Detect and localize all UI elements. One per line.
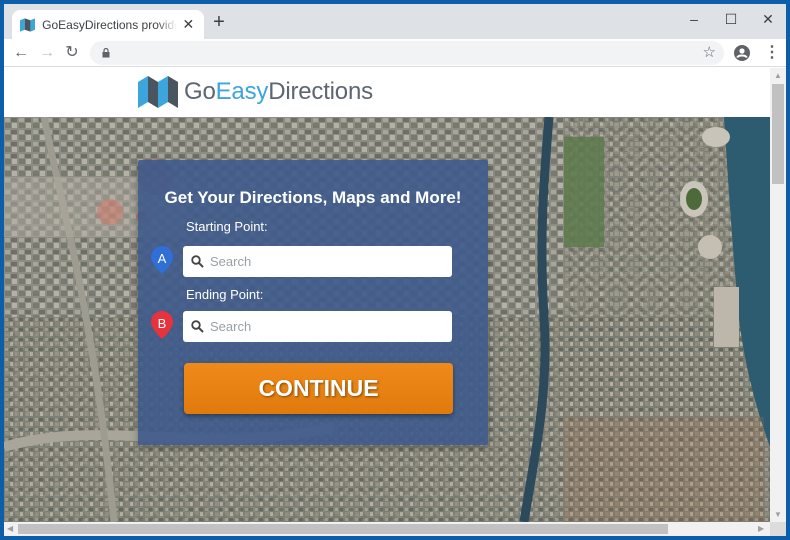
reload-button[interactable]: ↻: [61, 42, 83, 64]
browser-window: GoEasyDirections provides you with ✕ + –…: [4, 4, 786, 536]
page-viewport: GoEasyDirections Get Your Directions, Ma…: [4, 68, 770, 522]
marker-a-letter: A: [157, 251, 167, 266]
logo-text-go: Go: [184, 78, 216, 105]
scroll-up-icon[interactable]: ▲: [774, 71, 782, 80]
vertical-scrollbar[interactable]: ▲ ▼: [770, 68, 786, 522]
starting-point-label: Starting Point:: [186, 219, 268, 234]
forward-button[interactable]: →: [36, 42, 58, 64]
logo-text: GoEasyDirections: [184, 78, 373, 106]
scroll-right-icon[interactable]: ▶: [758, 524, 764, 533]
browser-toolbar: ← → ↻ ☆ ⋮: [4, 39, 786, 67]
bookmark-star-icon[interactable]: ☆: [703, 43, 716, 61]
logo-text-directions: Directions: [268, 78, 373, 105]
logo-text-easy: Easy: [215, 78, 269, 105]
tab-title: GoEasyDirections provides you with: [42, 17, 177, 32]
browser-menu-icon[interactable]: ⋮: [764, 42, 780, 64]
search-icon: [191, 255, 204, 268]
close-tab-icon[interactable]: ✕: [181, 16, 196, 33]
scroll-left-icon[interactable]: ◀: [7, 524, 13, 533]
ending-point-label: Ending Point:: [186, 287, 264, 302]
scroll-down-icon[interactable]: ▼: [774, 510, 782, 519]
tab-strip: GoEasyDirections provides you with ✕ + –…: [4, 4, 786, 39]
map-fold-icon: [20, 17, 36, 32]
site-logo[interactable]: GoEasyDirections: [138, 76, 373, 108]
address-bar[interactable]: ☆: [90, 41, 724, 65]
map-fold-logo-icon: [138, 76, 178, 108]
search-icon: [191, 320, 204, 333]
form-title: Get Your Directions, Maps and More!: [164, 188, 462, 207]
horizontal-scroll-thumb[interactable]: [18, 524, 668, 534]
profile-icon[interactable]: [734, 45, 750, 61]
back-button[interactable]: ←: [10, 42, 32, 64]
site-header: GoEasyDirections: [4, 68, 770, 117]
lock-icon: [102, 48, 110, 58]
maximize-button[interactable]: ☐: [713, 8, 749, 30]
horizontal-scrollbar[interactable]: ◀ ▶: [4, 522, 770, 536]
marker-b-letter: B: [157, 316, 167, 331]
directions-form-panel: Get Your Directions, Maps and More! Star…: [138, 160, 488, 445]
new-tab-button[interactable]: +: [209, 12, 229, 33]
ending-point-field[interactable]: [210, 319, 440, 334]
close-window-button[interactable]: ✕: [750, 8, 786, 30]
ending-point-input[interactable]: [183, 311, 452, 342]
browser-tab[interactable]: GoEasyDirections provides you with ✕: [12, 10, 204, 39]
scrollbar-corner: [770, 522, 786, 536]
starting-point-input[interactable]: [183, 246, 452, 277]
vertical-scroll-thumb[interactable]: [772, 84, 784, 184]
starting-point-field[interactable]: [210, 254, 440, 269]
satellite-map-background: Get Your Directions, Maps and More! Star…: [4, 117, 770, 522]
continue-button[interactable]: CONTINUE: [184, 363, 453, 414]
minimize-button[interactable]: –: [676, 8, 712, 30]
